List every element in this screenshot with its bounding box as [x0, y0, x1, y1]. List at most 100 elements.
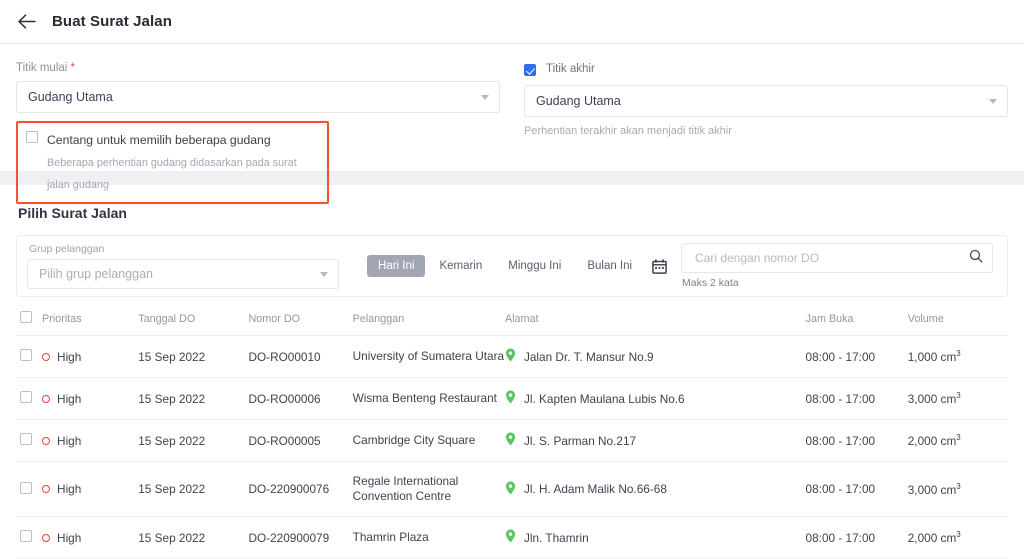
table-row[interactable]: High 15 Sep 2022 DO-RO00005 Cambridge Ci… — [16, 419, 1008, 462]
start-point-group: Titik mulai * Gudang Utama Centang untuk… — [16, 62, 500, 205]
do-search-field: Maks 2 kata — [681, 243, 993, 289]
section-title: Pilih Surat Jalan — [18, 205, 127, 221]
priority-high-icon — [42, 436, 51, 445]
customer-group-placeholder: Pilih grup pelanggan — [39, 267, 153, 281]
row-checkbox[interactable] — [20, 433, 32, 445]
volume-exponent: 3 — [956, 481, 961, 491]
priority-high-icon — [42, 352, 51, 361]
range-tab-this-month[interactable]: Bulan Ini — [575, 255, 644, 277]
open-hours-cell: 08:00 - 17:00 — [805, 516, 908, 559]
end-point-checkbox[interactable] — [524, 64, 536, 76]
start-point-label-text: Titik mulai — [16, 62, 68, 74]
table-row[interactable]: High 15 Sep 2022 DO-220900079 Thamrin Pl… — [16, 516, 1008, 559]
priority-cell: High — [42, 461, 139, 518]
customer-name: Wisma Benteng Restaurant — [352, 390, 497, 405]
do-number-cell: DO-RO00006 — [248, 377, 353, 420]
address-text: Jl. Kapten Maulana Lubis No.6 — [523, 391, 685, 406]
volume-cell: 3,000 cm3 — [907, 461, 1008, 518]
priority-high-icon — [42, 394, 51, 403]
end-point-select[interactable]: Gudang Utama — [524, 85, 1008, 117]
priority-label: High — [57, 391, 82, 406]
customer-cell: Cambridge City Square — [352, 419, 505, 462]
location-pin-icon — [505, 529, 516, 546]
do-search-box[interactable] — [681, 243, 993, 273]
multi-warehouse-checkbox-row[interactable]: Centang untuk memilih beberapa gudang Be… — [16, 121, 329, 205]
search-hint: Maks 2 kata — [682, 277, 739, 289]
app-header: Buat Surat Jalan — [0, 0, 1024, 44]
do-date-cell: 15 Sep 2022 — [138, 377, 249, 420]
multi-warehouse-texts: Centang untuk memilih beberapa gudang Be… — [47, 129, 317, 195]
priority-cell: High — [42, 377, 139, 420]
date-range-tabs: Hari Ini Kemarin Minggu Ini Bulan Ini — [367, 255, 667, 277]
priority-high-icon — [42, 533, 51, 542]
multi-warehouse-title: Centang untuk memilih beberapa gudang — [47, 133, 271, 147]
row-checkbox[interactable] — [20, 481, 32, 494]
volume-cell: 2,000 cm3 — [907, 516, 1008, 559]
address-text: Jl. H. Adam Malik No.66-68 — [523, 482, 667, 497]
priority-cell: High — [42, 335, 139, 378]
table-body: High 15 Sep 2022 DO-RO00010 University o… — [16, 335, 1008, 559]
select-all-checkbox[interactable] — [20, 311, 32, 323]
start-point-value: Gudang Utama — [28, 90, 113, 104]
open-hours-cell: 08:00 - 17:00 — [805, 419, 908, 462]
row-select-cell — [16, 419, 43, 462]
end-point-value: Gudang Utama — [536, 94, 621, 108]
customer-group-field: Grup pelanggan Pilih grup pelanggan — [27, 243, 339, 289]
table-header-row: Prioritas Tanggal DO Nomor DO Pelanggan … — [16, 311, 1008, 336]
table-row[interactable]: High 15 Sep 2022 DO-RO00006 Wisma Benten… — [16, 377, 1008, 420]
row-checkbox[interactable] — [20, 391, 32, 403]
volume-exponent: 3 — [956, 349, 961, 359]
customer-name: University of Sumatera Utara — [352, 348, 505, 363]
end-point-hint: Perhentian terakhir akan menjadi titik a… — [524, 125, 732, 137]
volume-cell: 1,000 cm3 — [907, 335, 1008, 378]
do-number-cell: DO-220900079 — [248, 516, 353, 559]
customer-cell: Wisma Benteng Restaurant — [352, 377, 505, 420]
chevron-down-icon — [320, 271, 328, 277]
end-point-group: Titik akhir Gudang Utama Perhentian tera… — [524, 62, 1008, 149]
column-header-priority: Prioritas — [42, 311, 139, 336]
range-tab-this-week[interactable]: Minggu Ini — [496, 255, 573, 277]
calendar-icon[interactable] — [652, 259, 667, 274]
volume-value: 3,000 cm — [907, 482, 957, 497]
end-point-toggle-row[interactable]: Titik akhir — [524, 62, 1008, 76]
volume-value: 3,000 cm — [907, 391, 957, 406]
location-pin-icon — [505, 432, 516, 449]
search-input[interactable] — [693, 250, 969, 266]
open-hours-cell: 08:00 - 17:00 — [805, 461, 908, 518]
end-point-label: Titik akhir — [546, 63, 595, 75]
location-pin-icon — [505, 348, 516, 365]
volume-value: 2,000 cm — [907, 531, 957, 546]
open-hours-cell: 08:00 - 17:00 — [805, 335, 908, 378]
row-checkbox[interactable] — [20, 349, 32, 361]
table-row[interactable]: High 15 Sep 2022 DO-220900076 Regale Int… — [16, 461, 1008, 518]
range-tab-yesterday[interactable]: Kemarin — [427, 255, 494, 277]
volume-value: 1,000 cm — [907, 349, 957, 364]
volume-cell: 3,000 cm3 — [907, 377, 1008, 420]
column-header-address: Alamat — [504, 311, 806, 336]
required-marker: * — [70, 62, 76, 74]
start-point-select[interactable]: Gudang Utama — [16, 81, 500, 113]
table-row[interactable]: High 15 Sep 2022 DO-RO00010 University o… — [16, 335, 1008, 378]
delivery-order-panel: Pilih Surat Jalan Grup pelanggan Pilih g… — [0, 185, 1024, 559]
multi-warehouse-checkbox[interactable] — [26, 131, 38, 143]
priority-cell: High — [42, 419, 139, 462]
customer-name: Cambridge City Square — [352, 432, 476, 447]
address-cell: Jln. Thamrin — [504, 516, 806, 559]
row-select-cell — [16, 516, 43, 559]
location-pin-icon — [505, 481, 516, 498]
volume-value: 2,000 cm — [907, 433, 957, 448]
address-cell: Jalan Dr. T. Mansur No.9 — [504, 335, 806, 378]
multi-warehouse-subtitle: Beberapa perhentian gudang didasarkan pa… — [47, 157, 297, 192]
row-checkbox[interactable] — [20, 530, 32, 543]
do-date-cell: 15 Sep 2022 — [138, 461, 249, 518]
range-tab-today[interactable]: Hari Ini — [367, 255, 426, 277]
address-cell: Jl. S. Parman No.217 — [504, 419, 806, 462]
back-arrow-icon[interactable] — [16, 11, 38, 33]
priority-label: High — [57, 482, 82, 497]
volume-exponent: 3 — [956, 391, 961, 401]
customer-group-select[interactable]: Pilih grup pelanggan — [27, 259, 339, 289]
search-icon[interactable] — [969, 249, 983, 268]
priority-label: High — [57, 530, 82, 545]
address-cell: Jl. Kapten Maulana Lubis No.6 — [504, 377, 806, 420]
do-date-cell: 15 Sep 2022 — [138, 335, 249, 378]
